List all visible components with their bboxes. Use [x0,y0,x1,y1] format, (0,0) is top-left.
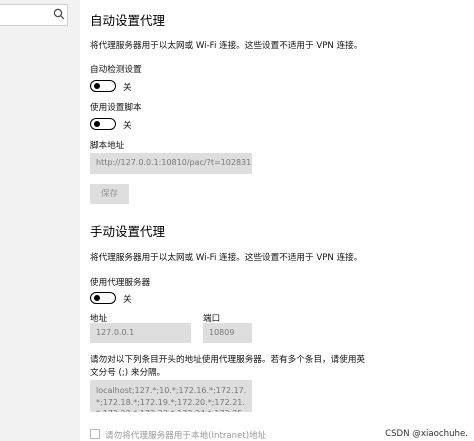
search-input[interactable] [0,4,68,26]
use-proxy-toggle[interactable] [90,292,116,304]
setup-script-toggle[interactable] [90,118,116,130]
toggle-knob [93,294,100,301]
exceptions-description: 请勿对以下列条目开头的地址使用代理服务器。若有多个条目，请使用英 [90,355,366,365]
proxy-settings-panel: 自动设置代理 将代理服务器用于以太网或 Wi-Fi 连接。这些设置不适用于 VP… [90,0,474,441]
script-address-field[interactable]: http://127.0.0.1:10810/pac/?t=102831 [90,153,252,174]
auto-detect-state: 关 [123,83,132,93]
use-proxy-label: 使用代理服务器 [90,278,151,288]
exceptions-description-cont: 文分号 (;) 来分隔。 [90,368,166,378]
sidebar [0,0,80,441]
manual-proxy-heading: 手动设置代理 [90,224,166,239]
auto-detect-label: 自动检测设置 [90,65,142,75]
exceptions-textarea[interactable]: localhost;127.*;10.*;172.16.*;172.17. *;… [90,380,252,412]
toggle-knob [93,82,100,89]
save-button[interactable]: 保存 [90,184,129,204]
manual-proxy-description: 将代理服务器用于以太网或 Wi-Fi 连接。这些设置不适用于 VPN 连接。 [90,253,363,263]
local-bypass-checkbox[interactable] [90,429,100,439]
local-bypass-label: 请勿将代理服务器用于本地(Intranet)地址 [105,431,267,441]
use-proxy-state: 关 [123,295,132,305]
watermark: CSDN @xiaochuhe. [385,429,468,439]
proxy-address-field[interactable]: 127.0.0.1 [90,323,191,343]
setup-script-state: 关 [123,121,132,131]
auto-proxy-description: 将代理服务器用于以太网或 Wi-Fi 连接。这些设置不适用于 VPN 连接。 [90,41,363,51]
setup-script-label: 使用设置脚本 [90,103,142,113]
toggle-knob [93,120,100,127]
script-address-label: 脚本地址 [90,141,125,151]
auto-detect-toggle[interactable] [90,80,116,92]
auto-proxy-heading: 自动设置代理 [90,13,166,28]
proxy-port-field[interactable]: 10809 [203,323,252,343]
search-icon [53,8,65,20]
